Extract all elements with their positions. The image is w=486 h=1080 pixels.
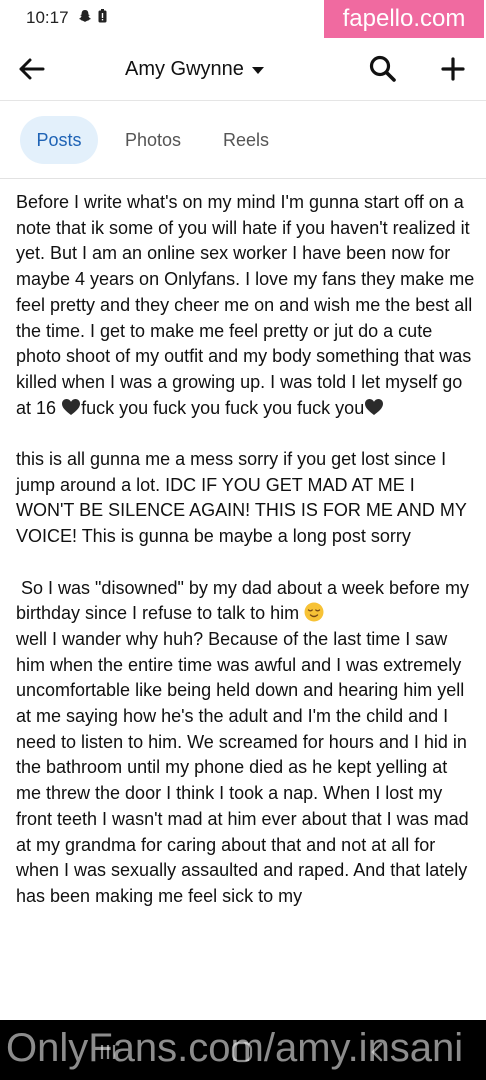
post-paragraph: this is all gunna me a mess sorry if you… [16,449,472,547]
post-paragraph-text: Before I write what's on my mind I'm gun… [16,192,480,418]
post-paragraph-head: So I was "disowned" by my dad about a we… [16,577,475,624]
tab-posts[interactable]: Posts [20,116,98,164]
battery-icon [98,9,107,26]
status-icons [78,9,107,26]
profile-tabs: Posts Photos Reels [0,116,486,166]
watermark-bottom: OnlyFans.com/amy.insani [6,1026,464,1070]
status-time: 10:17 [26,8,69,27]
plus-icon [441,57,465,81]
post-paragraph: Before I write what's on my mind I'm gun… [16,190,476,421]
back-button[interactable] [14,54,48,84]
black-heart-icon [365,398,384,415]
app-bar: Amy Gwynne [0,40,486,101]
post-paragraph-tail: fuck you fuck you fuck you fuck you [81,397,365,418]
arrow-left-icon [19,58,45,80]
search-button[interactable] [368,54,398,84]
tab-reels[interactable]: Reels [210,116,282,164]
tab-photos[interactable]: Photos [112,116,194,164]
black-heart-icon [62,398,81,415]
profile-name: Amy Gwynne [125,58,244,80]
add-button[interactable] [438,54,468,84]
search-icon [369,55,396,82]
post-paragraph-text: well I wander why huh? Because of the la… [16,628,474,906]
divider [0,178,486,179]
profile-switcher[interactable]: Amy Gwynne [125,58,264,81]
post-body: Before I write what's on my mind I'm gun… [16,190,476,935]
caret-down-icon [251,67,264,74]
post-paragraph: So I was "disowned" by my dad about a we… [16,576,476,910]
snapchat-icon [78,9,92,26]
relieved-face-icon [304,602,324,622]
watermark-top: fapello.com [324,0,484,38]
